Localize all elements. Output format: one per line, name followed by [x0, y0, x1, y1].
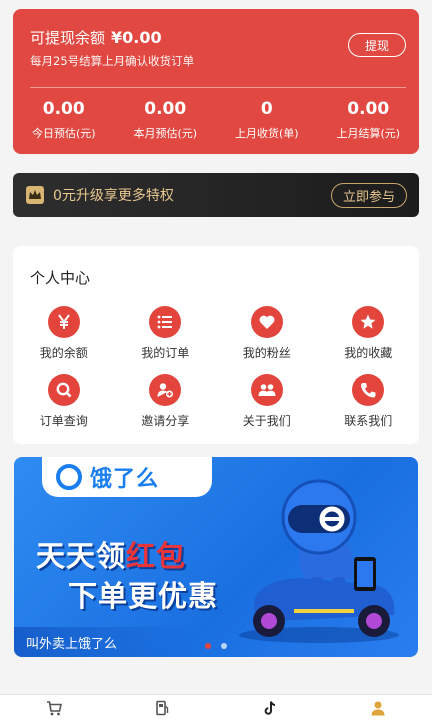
cart-icon: [47, 700, 62, 715]
withdraw-button[interactable]: 提现: [348, 33, 406, 57]
menu-item-favorites[interactable]: 我的收藏: [318, 306, 420, 361]
tab-gas[interactable]: [108, 695, 216, 720]
promo-headline: 天天领红包: [36, 533, 186, 575]
menu-item-label: 我的订单: [141, 346, 190, 360]
menu-item-order-search[interactable]: 订单查询: [13, 374, 115, 429]
section-title: 个人中心: [30, 269, 91, 287]
menu-item-orders[interactable]: 我的订单: [115, 306, 217, 361]
vip-text: 0元升级享更多特权: [53, 188, 174, 204]
phone-icon: [352, 374, 385, 406]
stat-label: 上月收货(单): [234, 127, 299, 140]
tab-profile[interactable]: [324, 695, 432, 720]
delivery-rider-illustration: [239, 479, 399, 643]
menu-item-label: 联系我们: [344, 414, 393, 428]
stat-today: 0.00 今日预估(元): [13, 99, 115, 141]
list-icon: [149, 306, 182, 338]
settlement-note: 每月25号结算上月确认收货订单: [30, 54, 195, 68]
menu-item-label: 我的余额: [39, 346, 88, 360]
gas-station-icon: [156, 700, 169, 715]
menu-item-label: 订单查询: [39, 414, 88, 428]
stat-value: 0: [260, 99, 273, 119]
menu-item-label: 关于我们: [242, 414, 291, 428]
carousel-dot[interactable]: [221, 643, 227, 649]
menu-grid: 我的余额 我的订单 我的粉丝 我的收藏 订单查询 邀请分享 关于我们 联系我们: [13, 306, 419, 429]
invite-icon: [149, 374, 182, 406]
balance-row: 可提现余额 ¥0.00: [30, 27, 162, 48]
tiktok-icon: [264, 700, 276, 715]
crown-icon: [26, 186, 44, 204]
stat-value: 0.00: [144, 99, 187, 119]
tab-tiktok[interactable]: [216, 695, 324, 720]
heart-icon: [250, 306, 283, 338]
join-now-button[interactable]: 立即参与: [331, 183, 407, 208]
carousel-indicator: [14, 643, 418, 649]
headline-highlight: 红包: [126, 539, 187, 573]
balance-amount: ¥0.00: [111, 28, 162, 47]
stat-value: 0.00: [42, 99, 85, 119]
menu-item-about[interactable]: 关于我们: [216, 374, 318, 429]
menu-item-label: 我的粉丝: [242, 346, 291, 360]
promo-footer-text: 叫外卖上饿了么: [14, 627, 194, 657]
personal-center: 个人中心 我的余额 我的订单 我的粉丝 我的收藏 订单查询 邀请分享 关于我们 …: [13, 246, 419, 444]
promo-subheadline: 下单更优惠: [68, 579, 219, 613]
earnings-card: 可提现余额 ¥0.00 每月25号结算上月确认收货订单 提现 0.00 今日预估…: [13, 9, 419, 154]
star-icon: [352, 306, 385, 338]
stat-label: 今日预估(元): [31, 127, 96, 140]
menu-item-balance[interactable]: 我的余额: [13, 306, 115, 361]
vip-banner[interactable]: 0元升级享更多特权 立即参与: [13, 173, 419, 217]
menu-item-contact[interactable]: 联系我们: [318, 374, 420, 429]
search-icon: [47, 374, 80, 406]
stat-value: 0.00: [347, 99, 390, 119]
divider: [30, 87, 406, 88]
yen-icon: [47, 306, 80, 338]
stats-row: 0.00 今日预估(元) 0.00 本月预估(元) 0 上月收货(单) 0.00…: [13, 99, 419, 141]
people-icon: [250, 374, 283, 406]
balance-label: 可提现余额: [30, 29, 106, 47]
stat-label: 上月结算(元): [336, 127, 401, 140]
stat-month: 0.00 本月预估(元): [115, 99, 217, 141]
menu-item-fans[interactable]: 我的粉丝: [216, 306, 318, 361]
menu-item-label: 我的收藏: [344, 346, 393, 360]
eleme-mark-icon: [56, 464, 82, 490]
menu-item-label: 邀请分享: [141, 414, 190, 428]
menu-item-invite[interactable]: 邀请分享: [115, 374, 217, 429]
stat-label: 本月预估(元): [133, 127, 198, 140]
tab-cart[interactable]: [0, 695, 108, 720]
carousel-dot[interactable]: [205, 643, 211, 649]
stat-last-month-received: 0 上月收货(单): [216, 99, 318, 141]
user-icon: [371, 701, 385, 715]
headline-part1: 天天领: [36, 539, 127, 573]
brand-name: 饿了么: [90, 467, 160, 492]
promo-banner[interactable]: 饿了么 天天领红包 下单更优惠 叫外卖上饿了么: [14, 457, 418, 657]
eleme-logo: 饿了么: [42, 457, 212, 497]
stat-last-month-settled: 0.00 上月结算(元): [318, 99, 420, 141]
bottom-tab-bar: [0, 694, 432, 720]
